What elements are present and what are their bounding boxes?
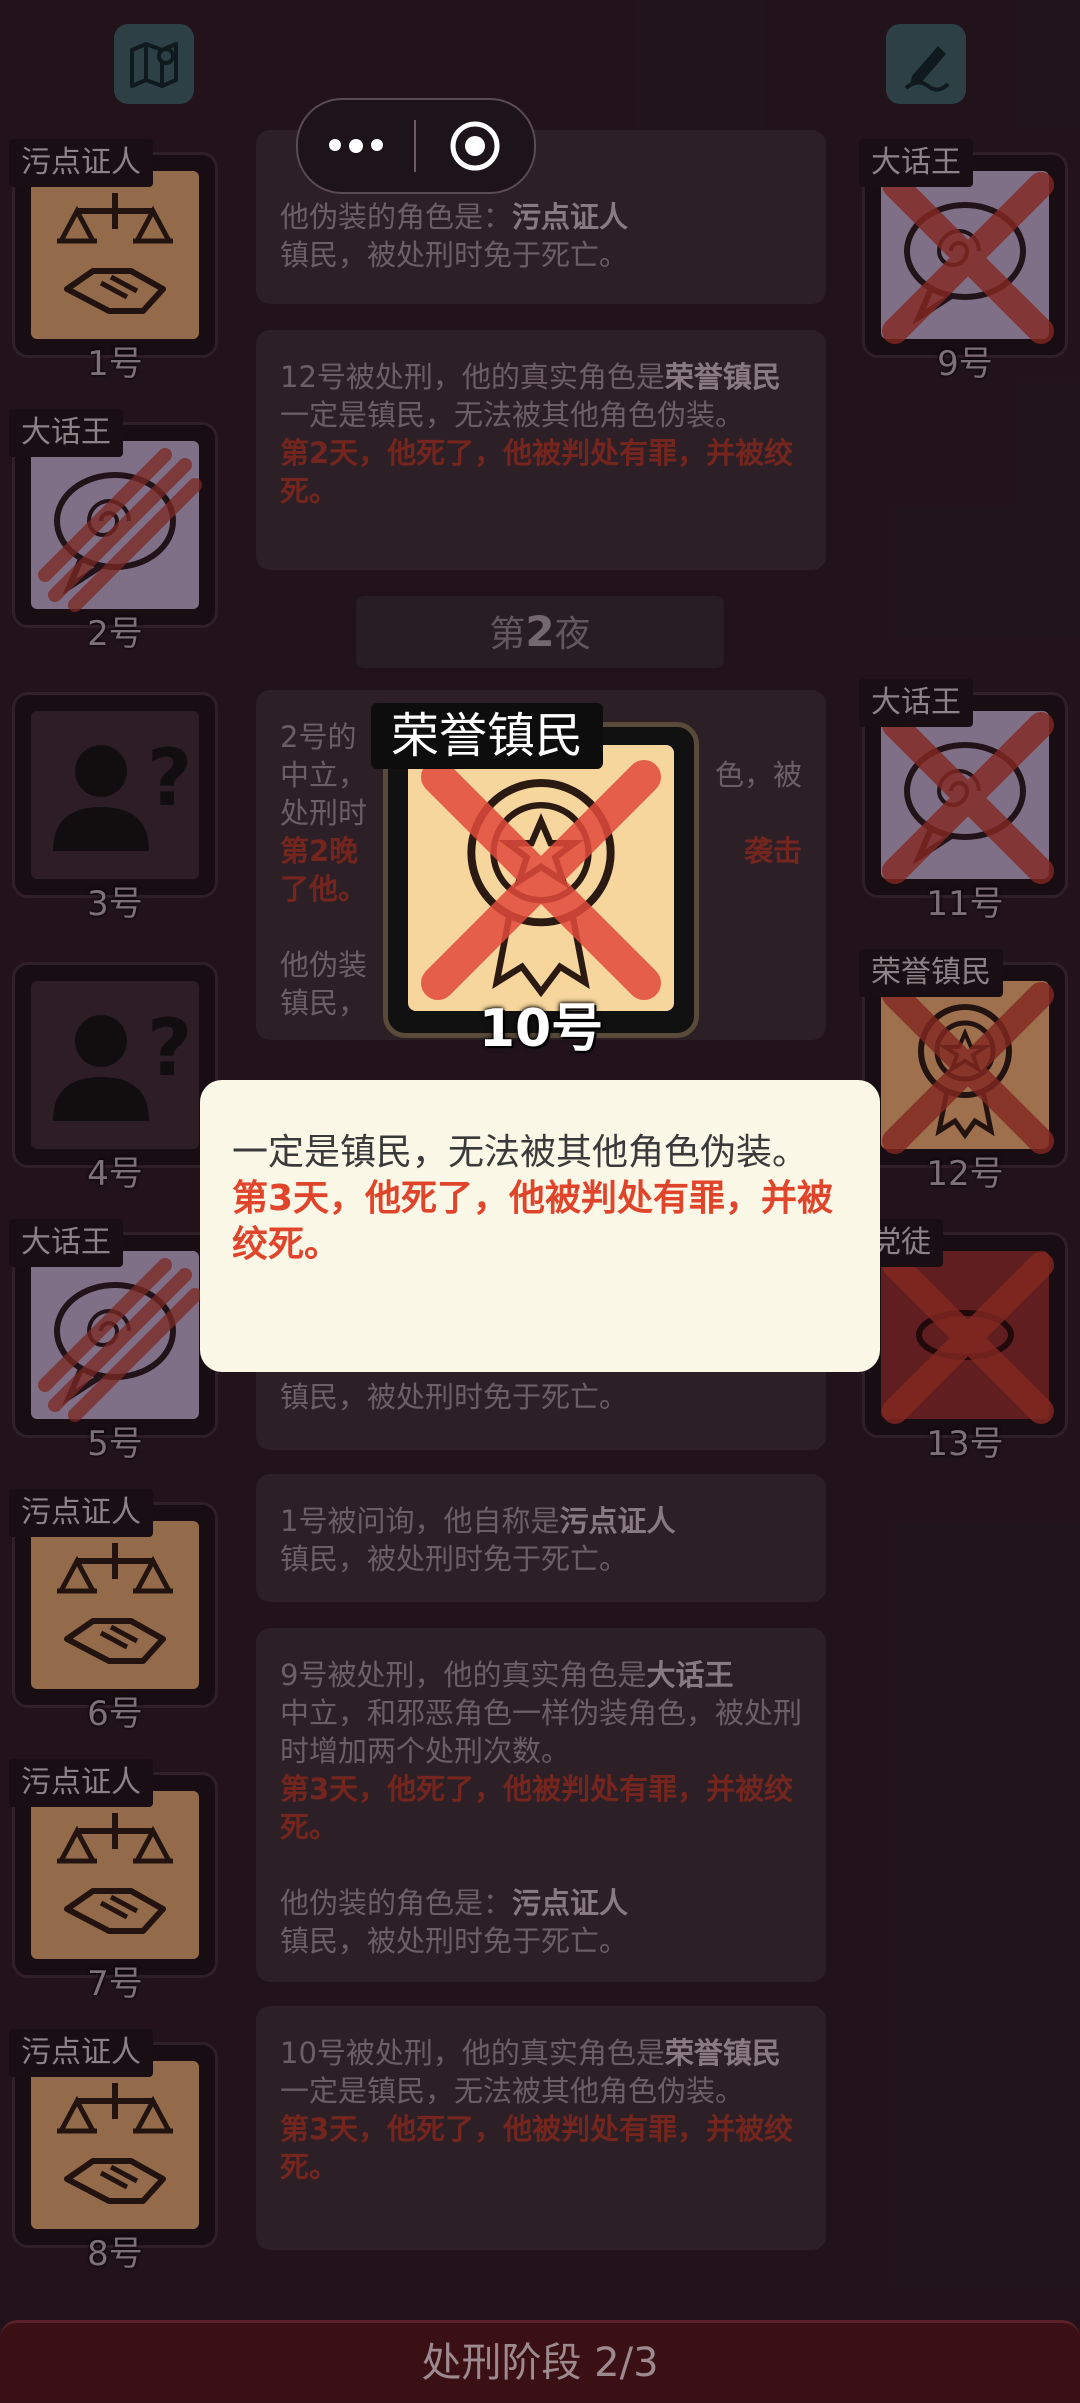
role-tooltip: 一定是镇民，无法被其他角色伪装。 第3天，他死了，他被判处有罪，并被绞死。 [200, 1080, 880, 1372]
tooltip-text: 一定是镇民，无法被其他角色伪装。 [232, 1132, 809, 1173]
focused-player-card: 荣誉镇民 10号 [371, 703, 699, 1059]
tooltip-death-text: 第3天，他死了，他被判处有罪，并被绞死。 [232, 1178, 834, 1265]
player-number: 10号 [478, 999, 604, 1059]
game-screen: 他伪装的角色是：污点证人 镇民，被处刑时免于死亡。 12号被处刑，他的真实角色是… [0, 0, 1080, 2403]
role-tag: 荣誉镇民 [371, 703, 604, 769]
phase-label: 处刑阶段 2/3 [421, 2340, 659, 2386]
more-icon[interactable] [298, 139, 414, 153]
mini-program-capsule [296, 98, 536, 194]
close-target-icon[interactable] [416, 118, 534, 174]
phase-bar: 处刑阶段 2/3 [0, 2320, 1080, 2403]
